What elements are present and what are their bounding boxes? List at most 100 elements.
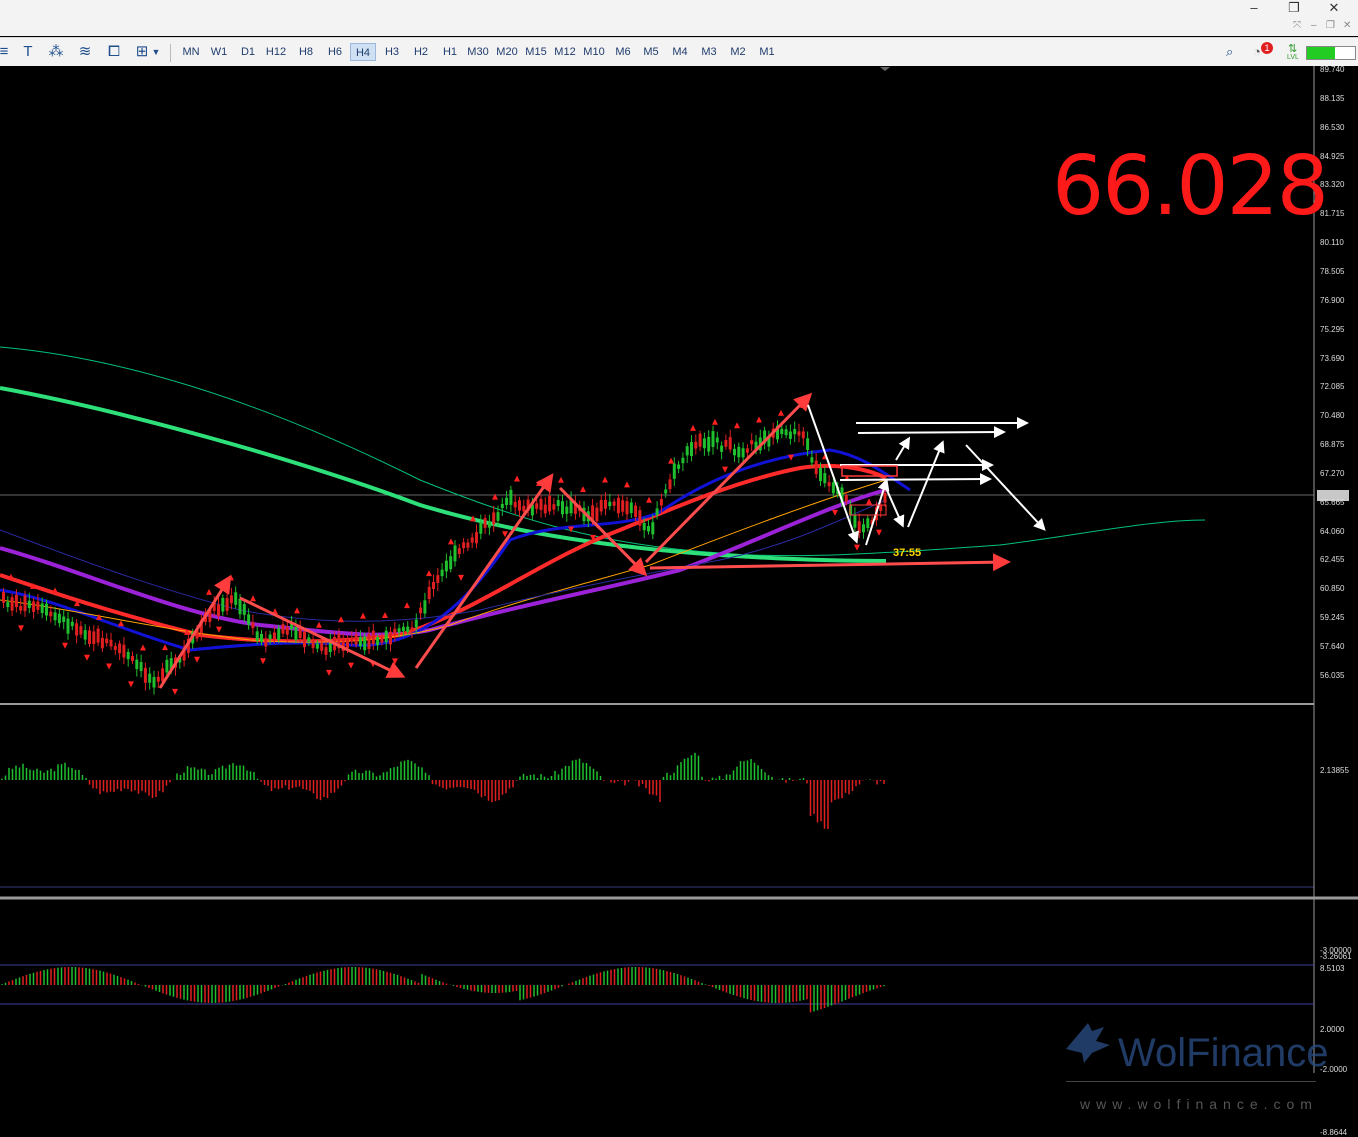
candle-body xyxy=(40,603,44,614)
objects-icon[interactable]: ⁂ xyxy=(46,43,66,61)
timeframe-h8[interactable]: H8 xyxy=(293,43,319,61)
price-axis-label: 84.925 xyxy=(1320,151,1345,161)
timeframe-m6[interactable]: M6 xyxy=(610,43,636,61)
candle-body xyxy=(126,651,130,660)
restore-button[interactable]: ❐ xyxy=(1274,0,1314,16)
chevron-down-icon[interactable]: ▼ xyxy=(150,43,162,61)
price-axis-label: 88.135 xyxy=(1320,93,1345,103)
timeframe-h6[interactable]: H6 xyxy=(322,43,348,61)
candle-body xyxy=(36,601,40,610)
candle-body xyxy=(522,505,526,512)
candle-body xyxy=(513,501,517,508)
candle-body xyxy=(883,492,887,503)
candle-body xyxy=(307,637,311,642)
candle-body xyxy=(260,633,263,643)
candle-body xyxy=(561,501,564,515)
candle-body xyxy=(685,446,689,456)
timeframe-m1[interactable]: M1 xyxy=(754,43,780,61)
candle-body xyxy=(165,659,169,673)
notification-bell-icon[interactable]: ◔ xyxy=(1253,43,1261,61)
connection-meter xyxy=(1306,46,1356,60)
menu-lines-icon[interactable]: ≡ xyxy=(0,43,14,61)
candle-body xyxy=(634,505,638,517)
price-axis-label: 80.110 xyxy=(1320,238,1344,248)
timeframe-h1[interactable]: H1 xyxy=(437,43,463,61)
candle-body xyxy=(543,504,547,514)
candle-body xyxy=(294,626,298,641)
timeframe-h12[interactable]: H12 xyxy=(263,43,289,61)
price-axis-label: 59.245 xyxy=(1320,613,1345,623)
candle-body xyxy=(518,500,521,511)
candle-body xyxy=(397,628,401,633)
candle-body xyxy=(380,637,384,643)
candle-body xyxy=(320,642,324,651)
rectangle-tool-icon[interactable]: ⧠ xyxy=(104,43,124,61)
price-axis-label: 64.060 xyxy=(1320,526,1345,536)
indicator1-axis-bottom2: -3.26061 xyxy=(1320,952,1352,961)
candle-body xyxy=(698,433,702,447)
timeframe-m10[interactable]: M10 xyxy=(581,43,607,61)
candle-body xyxy=(711,431,715,447)
price-axis-label: 65.665 xyxy=(1320,497,1345,507)
timeframe-w1[interactable]: W1 xyxy=(206,43,232,61)
candle-body xyxy=(75,623,79,636)
timeframe-h4[interactable]: H4 xyxy=(350,43,376,61)
candle-body xyxy=(651,522,655,535)
minimize-button[interactable]: – xyxy=(1234,0,1274,16)
close-button[interactable]: ✕ xyxy=(1314,0,1354,16)
candle-body xyxy=(814,460,818,475)
candle-body xyxy=(384,630,388,643)
chart-close-button[interactable]: ✕ xyxy=(1343,20,1351,31)
candle-body xyxy=(122,644,126,658)
timeframe-d1[interactable]: D1 xyxy=(235,43,261,61)
candle-body xyxy=(565,506,569,514)
candle-body xyxy=(548,495,552,512)
timeframe-m12[interactable]: M12 xyxy=(552,43,578,61)
chart-minimize-button[interactable]: – xyxy=(1311,20,1317,31)
candle-body xyxy=(83,630,87,640)
shapes-icon[interactable]: ⊞ xyxy=(132,43,152,61)
price-axis-label: 89.740 xyxy=(1320,65,1345,74)
candle-body xyxy=(879,504,883,512)
chart-area[interactable]: 66.028 37:55 66.028 89.740 88.135 86.530 84… xyxy=(0,65,1358,1137)
text-tool-icon[interactable]: T xyxy=(18,43,38,61)
candle-body xyxy=(376,636,380,646)
candle-body xyxy=(492,512,496,525)
timeframe-m20[interactable]: M20 xyxy=(494,43,520,61)
candle-body xyxy=(690,442,693,456)
candle-body xyxy=(612,501,616,506)
timeframe-h3[interactable]: H3 xyxy=(379,43,405,61)
chart-pin-icon[interactable]: ⤧ xyxy=(1293,20,1301,31)
price-axis-label: 57.640 xyxy=(1320,642,1345,651)
candle-body xyxy=(281,624,285,634)
timeframe-m30[interactable]: M30 xyxy=(465,43,491,61)
candle-body xyxy=(462,542,466,549)
search-icon[interactable]: ⌕ xyxy=(1226,43,1233,61)
chart-restore-button[interactable]: ❐ xyxy=(1326,20,1335,31)
watermark-url: www.wolfinance.com xyxy=(1080,1096,1318,1112)
candle-body xyxy=(750,440,754,445)
timeframe-m15[interactable]: M15 xyxy=(523,43,549,61)
fibonacci-icon[interactable]: ≋ xyxy=(75,43,95,61)
bar-timer: 37:55 xyxy=(893,547,922,559)
timeframe-m2[interactable]: M2 xyxy=(725,43,751,61)
candle-body xyxy=(453,545,457,562)
candle-body xyxy=(427,586,431,600)
candle-body xyxy=(118,643,122,654)
timeframe-m5[interactable]: M5 xyxy=(638,43,664,61)
candle-body xyxy=(724,439,728,447)
price-axis-label: 60.850 xyxy=(1320,584,1345,594)
price-axis-label: 73.690 xyxy=(1320,353,1345,363)
candle-body xyxy=(14,594,18,608)
timeframe-m3[interactable]: M3 xyxy=(696,43,722,61)
candle-body xyxy=(827,482,831,487)
candle-body xyxy=(10,597,14,611)
candle-body xyxy=(638,510,642,526)
price-axis-label: 67.270 xyxy=(1320,468,1345,478)
candle-body xyxy=(677,464,681,469)
candle-body xyxy=(251,622,255,629)
timeframe-mn[interactable]: MN xyxy=(178,43,204,61)
timeframe-m4[interactable]: M4 xyxy=(667,43,693,61)
timeframe-h2[interactable]: H2 xyxy=(408,43,434,61)
candle-body xyxy=(728,437,732,450)
